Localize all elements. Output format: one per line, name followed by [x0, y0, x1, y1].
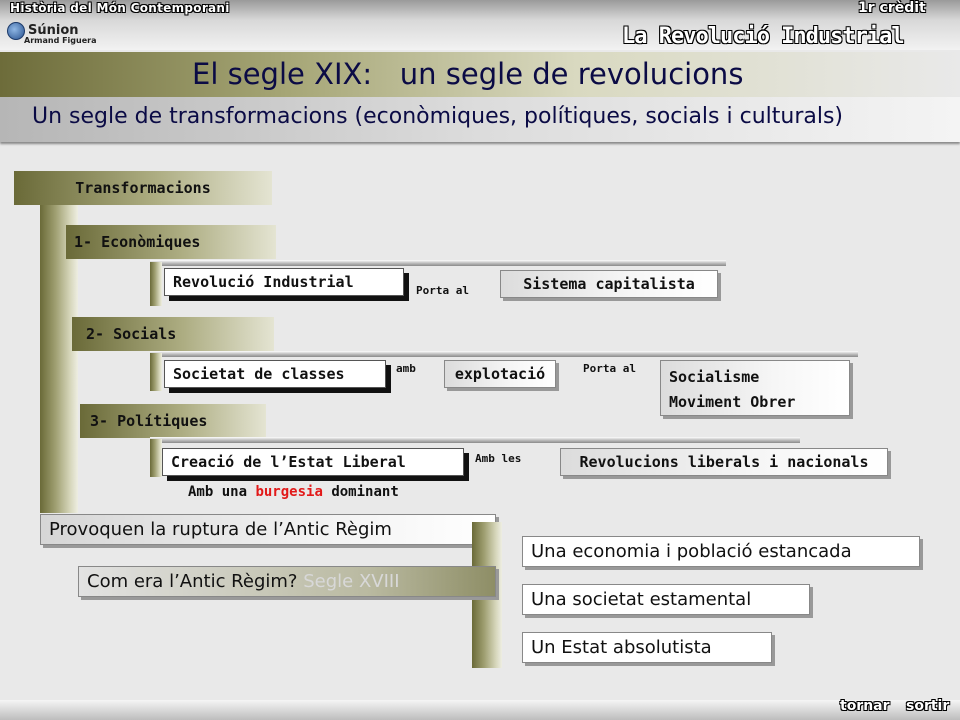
burgesia-suffix: dominant: [331, 484, 399, 500]
box-ruptura: Provoquen la ruptura de l’Antic Règim: [40, 514, 496, 545]
root-label: Transformacions: [75, 179, 211, 197]
question-highlight: Segle XVIII: [303, 571, 400, 592]
box-sistema-capitalista: Sistema capitalista: [500, 270, 718, 298]
bottom-bar: [0, 700, 960, 720]
burgesia-prefix: Amb una: [188, 484, 248, 500]
box-economia-estancada: Una economia i població estancada: [522, 536, 920, 567]
box-societat-de-classes: Societat de classes: [164, 360, 386, 388]
page-title: El segle XIX: un segle de revolucions: [192, 57, 743, 91]
burgesia-note: Amb una burgesia dominant: [188, 484, 399, 500]
socialisme-line2: Moviment Obrer: [669, 393, 796, 411]
title-part1: El segle XIX:: [192, 57, 373, 91]
title-part2: un segle de revolucions: [399, 57, 744, 91]
box-revolucio-industrial: Revolució Industrial: [164, 268, 404, 296]
political-stub: [150, 439, 162, 477]
connector-amb-les: Amb les: [475, 452, 522, 465]
social-stub: [150, 353, 162, 391]
burgesia-highlight: burgesia: [255, 484, 323, 500]
course-title: Història del Món Contemporani: [10, 1, 230, 15]
connector-amb: amb: [396, 362, 416, 375]
page-subtitle: Un segle de transformacions (econòmiques…: [32, 104, 844, 129]
box-revolucions-liberals: Revolucions liberals i nacionals: [560, 448, 888, 476]
connector-porta-al-1: Porta al: [416, 284, 469, 297]
social-line: [150, 351, 858, 357]
box-societat-estamental: Una societat estamental: [522, 584, 810, 615]
exit-button[interactable]: sortir: [906, 698, 949, 714]
box-estat-absolutista: Un Estat absolutista: [522, 632, 772, 663]
unit-title: La Revolució Industrial: [622, 24, 905, 49]
box-explotacio: explotació: [444, 360, 556, 388]
globe-icon: [7, 22, 25, 40]
question-text: Com era l’Antic Règim?: [87, 571, 298, 592]
logo-author: Armand Figuera: [24, 36, 97, 45]
box-estat-liberal: Creació de l’Estat Liberal: [162, 448, 464, 476]
economic-line: [150, 260, 726, 266]
branch-political-label: 3- Polítiques: [90, 412, 208, 430]
box-question: Com era l’Antic Règim? Segle XVIII: [78, 566, 496, 597]
political-line: [150, 437, 800, 443]
connector-porta-al-2: Porta al: [583, 362, 636, 375]
socialisme-line1: Socialisme: [669, 368, 760, 386]
credit-label: 1r crèdit: [858, 0, 926, 16]
box-socialisme: Socialisme Moviment Obrer: [660, 360, 850, 416]
back-button[interactable]: tornar: [840, 698, 890, 714]
branch-social-label: 2- Socials: [86, 325, 177, 343]
economic-stub: [150, 262, 162, 306]
branch-economic-label: 1- Econòmiques: [74, 233, 201, 251]
